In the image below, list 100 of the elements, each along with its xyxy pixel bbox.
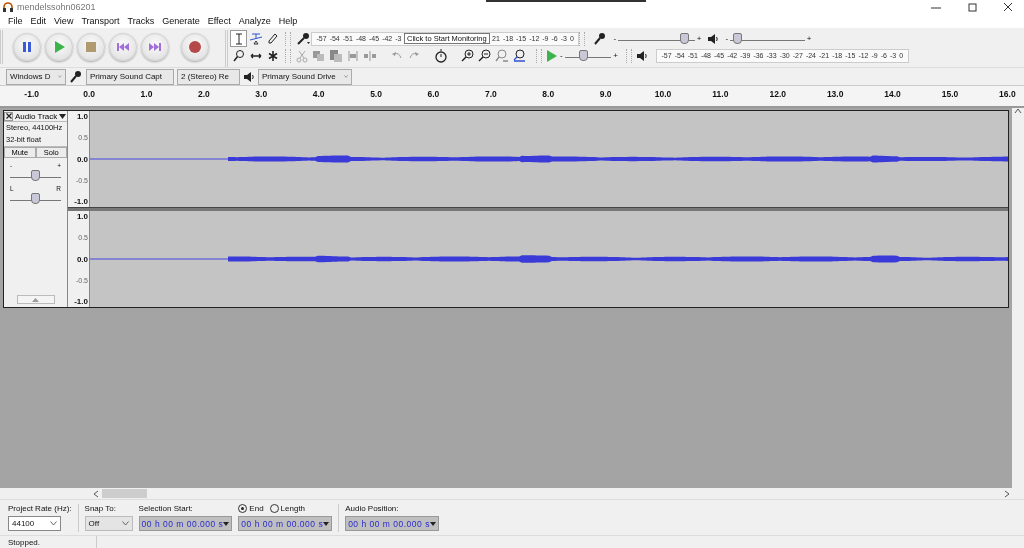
field-value: 44100: [12, 519, 35, 528]
radio-label: Length: [280, 504, 306, 513]
waveform-area[interactable]: [90, 211, 1008, 307]
speaker-icon[interactable]: [636, 49, 648, 62]
ruler-label: 12.0: [768, 88, 788, 101]
dropdown-caret-icon: [59, 113, 67, 119]
amplitude-label: 0.0: [76, 154, 88, 164]
slider-thumb[interactable]: [31, 169, 40, 181]
menu-item[interactable]: Transport: [77, 16, 124, 26]
ruler-label: 1.0: [139, 88, 154, 101]
microphone-icon: [593, 31, 608, 46]
record-button[interactable]: [181, 33, 209, 61]
time-value: 00 h 00 m 00.000 s: [141, 518, 224, 529]
timeline-ruler[interactable]: -1.0 0.0 1.0 2.0 3.0 4.0 5.0 6.0 7.0 8.0 9.0 10.0 11.0 12.0 13.0 14.0 15.0 16.0: [0, 86, 1024, 108]
zoom-out-icon[interactable]: [478, 48, 492, 63]
field-label: Snap To:: [84, 504, 117, 513]
headphones-icon: [3, 2, 13, 12]
dropdown-caret-icon: [223, 521, 230, 526]
ruler-label: 5.0: [369, 88, 383, 101]
slider-label: +: [695, 34, 703, 43]
time-value: 00 h 00 m 00.000 s: [241, 518, 324, 529]
speaker-icon: [707, 32, 720, 45]
track-name: Audio Track: [15, 111, 58, 121]
stop-button[interactable]: [77, 33, 105, 61]
menu-item[interactable]: Effect: [203, 16, 235, 26]
pause-icon: [20, 40, 34, 54]
field-label: Audio Position:: [345, 504, 400, 513]
skip-to-start-button[interactable]: [109, 33, 137, 61]
playback-device-dropdown[interactable]: Primary Sound Drive: [258, 68, 352, 85]
amplitude-label: 0.0: [76, 254, 88, 264]
scroll-up-icon: [1014, 108, 1022, 114]
collapse-track-button[interactable]: [16, 295, 55, 304]
slider-label: -: [612, 34, 618, 43]
ruler-label: 13.0: [825, 88, 845, 101]
radio-option[interactable]: Length: [269, 504, 306, 513]
radio-option[interactable]: End: [238, 504, 264, 513]
audio-host-dropdown[interactable]: Windows D: [6, 68, 66, 85]
project-rate-dropdown[interactable]: 44100: [8, 516, 61, 531]
pencil-icon: [265, 31, 280, 46]
ruler-label: 14.0: [883, 88, 902, 101]
close-track-button[interactable]: [4, 111, 13, 121]
dropdown-caret-icon: [121, 521, 129, 526]
slider-label: +: [612, 51, 619, 60]
record-icon: [188, 40, 202, 54]
amplitude-label: 1.0: [76, 112, 88, 121]
menu-item[interactable]: Help: [274, 16, 302, 26]
ruler-label: 11.0: [711, 88, 730, 101]
slider-label: -: [724, 34, 730, 43]
combo-value: 2 (Stereo) Re: [181, 72, 230, 81]
zoom-in-icon[interactable]: [461, 48, 475, 63]
slider-thumb[interactable]: [732, 33, 742, 44]
trim-icon[interactable]: [346, 48, 360, 63]
up-triangle-icon: [32, 297, 39, 302]
dropdown-caret-icon: [429, 521, 436, 526]
ruler-label: 4.0: [311, 88, 326, 101]
menu-item[interactable]: View: [50, 16, 78, 26]
slider-label: +: [805, 34, 813, 43]
slider-thumb[interactable]: [31, 192, 40, 204]
audio-position-field[interactable]: 00 h 00 m 00.000 s: [345, 516, 439, 531]
menu-item[interactable]: File: [4, 16, 27, 26]
amplitude-label: -1.0: [74, 297, 88, 306]
microphone-icon[interactable]: [295, 31, 311, 46]
scroll-left-icon: [93, 489, 99, 498]
selection-end-field[interactable]: 00 h 00 m 00.000 s: [238, 516, 333, 531]
recording-channels-dropdown[interactable]: 2 (Stereo) Re: [177, 68, 240, 85]
magnifier-icon: [231, 48, 246, 63]
silence-icon[interactable]: [363, 48, 377, 63]
slider-thumb[interactable]: [680, 33, 690, 44]
selection-start-field[interactable]: 00 h 00 m 00.000 s: [138, 516, 233, 531]
ruler-label: 8.0: [541, 88, 556, 101]
field-label: Project Rate (Hz):: [8, 504, 72, 513]
tool-button[interactable]: [230, 47, 247, 64]
play-icon[interactable]: [546, 49, 558, 62]
combo-value: Windows D: [10, 72, 51, 81]
recording-device-dropdown[interactable]: Primary Sound Capt: [86, 68, 174, 85]
ruler-label: 2.0: [196, 88, 211, 101]
vertical-scrollbar[interactable]: [1012, 108, 1024, 488]
menu-item[interactable]: Tracks: [123, 16, 159, 26]
ruler-label: -1.0: [23, 88, 40, 101]
slider-thumb[interactable]: [578, 50, 588, 61]
window-title: mendelssohn06201: [17, 2, 96, 12]
menu-item[interactable]: Analyze: [234, 16, 275, 26]
amplitude-label: 1.0: [76, 212, 88, 221]
scroll-right-icon: [1004, 489, 1010, 498]
skip-to-end-icon: [148, 40, 162, 54]
waveform-area[interactable]: [90, 111, 1008, 207]
speaker-icon: [243, 70, 255, 83]
ruler-label: 6.0: [426, 88, 441, 101]
pause-button[interactable]: [13, 33, 41, 61]
zoom-fit-project-icon[interactable]: [512, 48, 526, 63]
skip-to-end-button[interactable]: [141, 33, 169, 61]
play-button[interactable]: [45, 33, 73, 61]
track-menu-button[interactable]: Audio Track: [15, 111, 67, 121]
menu-item[interactable]: Generate: [158, 16, 204, 26]
snap-to-dropdown[interactable]: Off: [84, 516, 133, 531]
paste-icon[interactable]: [329, 48, 343, 63]
menu-item[interactable]: Edit: [26, 16, 51, 26]
stopwatch-icon[interactable]: [434, 48, 448, 63]
scrollbar-thumb[interactable]: [102, 489, 147, 498]
status-text: Stopped.: [8, 538, 41, 547]
